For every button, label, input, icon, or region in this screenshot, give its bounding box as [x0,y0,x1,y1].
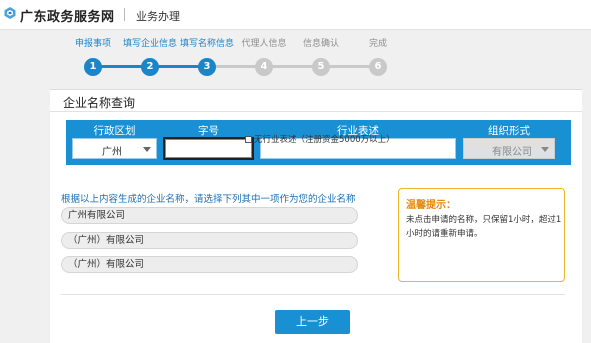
divider [50,111,582,112]
step-number: 2 [141,58,159,76]
header-section-title[interactable]: 业务办理 [136,8,180,24]
tip-box: 温馨提示： 未点击申请的名称，只保留1小时，超过1小时的请重新申请。 [398,188,565,282]
name-option-3[interactable]: （广州）有限公司 [61,256,358,273]
org-form-select[interactable]: 有限公司 [463,138,555,159]
no-industry-option[interactable]: 无行业表述（注册资金5000万以上） [245,133,395,145]
name-option-1[interactable]: 广州有限公司 [61,207,358,224]
name-query-card: 企业名称查询 行政区划 字号 行业表述 组织形式 广州 有限公司 无行业表述（注… [50,89,582,343]
step-number: 5 [312,58,330,76]
step-number: 6 [369,58,387,76]
step-label: 完成 [368,39,387,49]
zihao-input[interactable] [163,137,254,160]
chevron-down-icon [541,147,549,152]
region-header: 行政区划 [93,125,136,137]
zihao-header: 字号 [198,125,219,137]
org-form-value: 有限公司 [492,147,532,158]
name-option-2[interactable]: （广州）有限公司 [61,232,358,249]
tip-body: 未点击申请的名称，只保留1小时，超过1小时的请重新申请。 [406,215,562,239]
site-header: 广东政务服务网 业务办理 [0,0,591,30]
step-number: 1 [84,58,102,76]
no-industry-label: 无行业表述（注册资金5000万以上） [254,135,395,145]
generated-names-prompt: 根据以上内容生成的企业名称，请选择下列其中一项作为您的企业名称 [61,194,356,205]
prev-step-button[interactable]: 上一步 [275,310,350,334]
org-form-header: 组织形式 [488,125,530,137]
divider [61,294,565,295]
header-divider [124,8,125,21]
step-number: 4 [255,58,273,76]
step-number: 3 [198,58,216,76]
site-logo-icon [4,7,16,19]
no-industry-checkbox[interactable] [245,136,252,143]
name-option-label: （广州）有限公司 [68,259,145,270]
tip-title: 温馨提示： [406,200,456,211]
progress-steps: 申报事项 1 填写企业信息 2 填写名称信息 3 代理人信息 4 信息确认 5 … [60,38,400,78]
region-select[interactable]: 广州 [72,138,157,159]
region-value: 广州 [102,147,122,158]
card-title: 企业名称查询 [63,96,136,110]
name-option-label: （广州）有限公司 [68,235,145,246]
name-option-label: 广州有限公司 [68,210,126,221]
site-title[interactable]: 广东政务服务网 [20,6,115,25]
chevron-down-icon [143,147,151,152]
step-6: 完成 6 [343,38,413,76]
